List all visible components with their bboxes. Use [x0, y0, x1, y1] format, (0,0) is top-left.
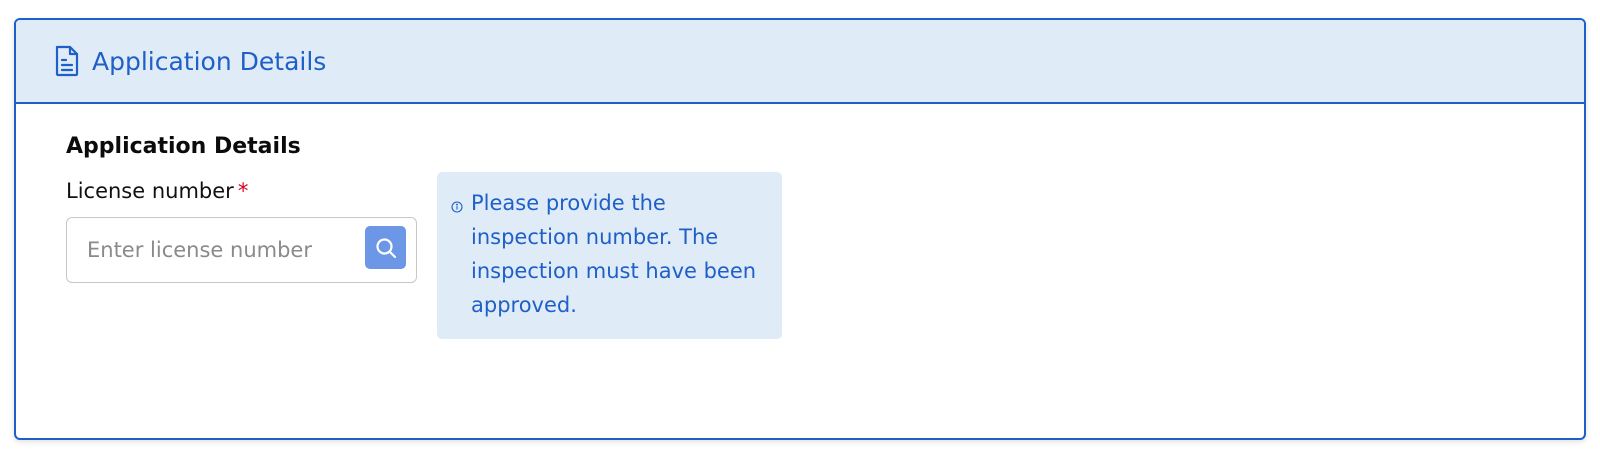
info-icon [451, 198, 463, 213]
search-button[interactable] [365, 226, 406, 269]
card-header-title: Application Details [92, 46, 327, 76]
card-body: Application Details License number * Ent… [16, 104, 1584, 369]
card-header: Application Details [16, 20, 1584, 104]
form-row: License number * Enter license number Pl… [66, 172, 1534, 339]
license-input-wrapper [66, 217, 417, 283]
application-details-card: Application Details Application Details … [14, 18, 1586, 440]
document-icon [54, 45, 80, 77]
section-title: Application Details [66, 134, 301, 159]
info-text: Please provide the inspection number. Th… [471, 191, 757, 317]
license-number-label-text: License number [66, 179, 234, 203]
info-box: Please provide the inspection number. Th… [437, 172, 782, 339]
license-number-input[interactable] [67, 237, 349, 263]
license-number-label: License number * [66, 179, 417, 203]
search-icon [375, 237, 397, 259]
license-number-field: License number * [66, 179, 417, 283]
required-marker: * [237, 179, 249, 203]
